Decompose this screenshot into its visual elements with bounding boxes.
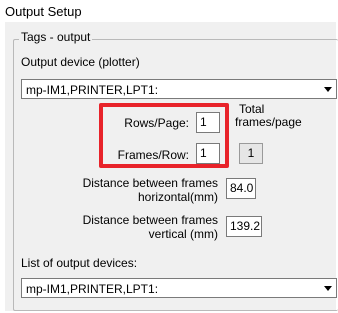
distance-horizontal-input[interactable]: 84.0	[226, 178, 256, 199]
device-list-combo[interactable]: mp-IM1,PRINTER,LPT1:	[21, 278, 337, 298]
window-title: Output Setup	[5, 4, 82, 19]
device-list-value: mp-IM1,PRINTER,LPT1:	[26, 282, 159, 296]
distance-vertical-input[interactable]: 139.2	[226, 216, 262, 237]
total-frames-label: Total frames/page	[235, 103, 302, 129]
distance-vertical-label-line1: Distance between frames	[82, 213, 218, 227]
output-device-value: mp-IM1,PRINTER,LPT1:	[26, 83, 159, 97]
output-device-combo[interactable]: mp-IM1,PRINTER,LPT1:	[21, 79, 337, 99]
distance-horizontal-label-line2: horizontal(mm)	[137, 190, 218, 204]
distance-horizontal-label: Distance between frames horizontal(mm)	[50, 176, 218, 204]
output-device-label: Output device (plotter)	[21, 55, 140, 69]
chevron-down-icon[interactable]	[319, 279, 336, 297]
distance-vertical-label-line2: vertical (mm)	[148, 227, 218, 241]
total-frames-value: 1	[239, 143, 263, 164]
device-list-label: List of output devices:	[21, 256, 138, 270]
total-frames-label-line2: frames/page	[235, 115, 302, 129]
chevron-down-icon[interactable]	[319, 80, 336, 98]
distance-vertical-label: Distance between frames vertical (mm)	[50, 213, 218, 241]
group-legend: Tags - output	[19, 30, 93, 44]
highlight-box	[99, 103, 229, 168]
distance-horizontal-label-line1: Distance between frames	[82, 176, 218, 190]
